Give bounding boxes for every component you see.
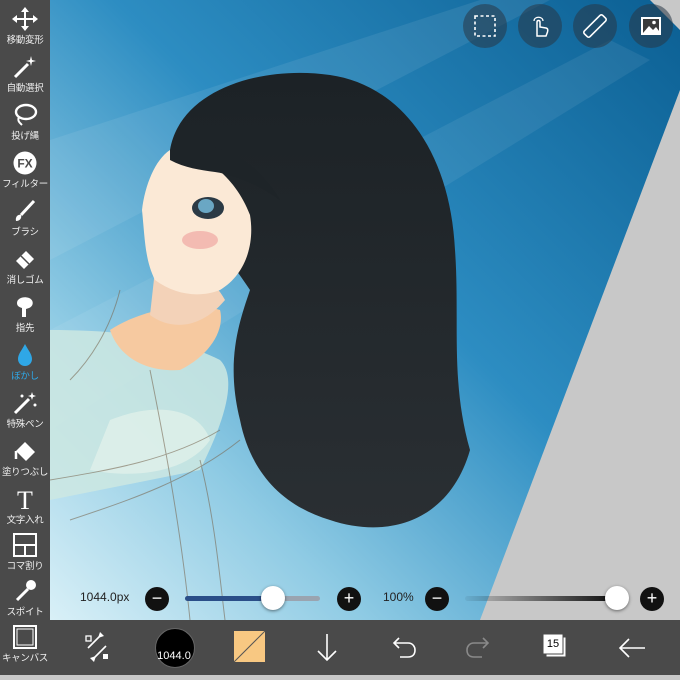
canvas-icon (13, 625, 37, 649)
opacity-track[interactable] (465, 596, 627, 601)
secondary-color-swatch (233, 630, 266, 663)
tool-label: キャンバス (1, 653, 48, 664)
blur-drop-icon (18, 344, 32, 366)
tool-finger[interactable]: 指先 (0, 292, 50, 336)
artwork (50, 0, 680, 620)
tool-eraser[interactable]: 消しゴム (0, 244, 50, 288)
eraser-icon (16, 251, 34, 269)
dashed-select-icon (474, 15, 496, 37)
hand-tap-icon (533, 16, 549, 37)
eyedropper-icon (15, 580, 36, 602)
color-value-label: 1044.0 (157, 650, 191, 662)
tool-lasso[interactable]: 投げ縄 (0, 100, 50, 144)
brush-size-plus-button[interactable]: + (337, 587, 361, 611)
svg-text:FX: FX (17, 157, 32, 171)
move-icon (12, 7, 38, 31)
redo-icon (466, 637, 490, 658)
tool-move-transform[interactable]: 移動変形 (0, 4, 50, 48)
tool-blur[interactable]: ぼかし (0, 340, 50, 384)
arrow-left-icon (618, 638, 645, 658)
ruler-button[interactable] (573, 4, 617, 48)
tool-special-pen[interactable]: 特殊ペン (0, 388, 50, 432)
tool-filter[interactable]: FX フィルター (0, 148, 50, 192)
redo-button[interactable] (464, 620, 494, 675)
fx-icon: FX (13, 151, 37, 175)
tool-label: 文字入れ (6, 515, 44, 526)
magic-wand-icon (13, 56, 36, 79)
finger-icon (17, 297, 33, 317)
layer-count: 15 (546, 638, 560, 650)
back-button[interactable] (615, 620, 649, 675)
tool-label: 塗りつぶし (1, 467, 49, 478)
layers-button[interactable]: 15 (538, 620, 572, 675)
brush-size-value: 1044.0px (80, 590, 130, 604)
opacity-slider-knob[interactable] (605, 586, 629, 610)
tool-label: ブラシ (11, 227, 39, 238)
bottom-bar: 1044.0 15 (50, 620, 680, 675)
brush-size-slider-knob[interactable] (260, 586, 285, 610)
material-button[interactable] (629, 4, 673, 48)
undo-icon (392, 637, 416, 658)
image-icon (641, 17, 661, 35)
tool-label: 移動変形 (6, 35, 44, 46)
brush-size-track[interactable] (185, 596, 320, 601)
brush-size-minus-button[interactable]: − (145, 587, 169, 611)
tool-frame-divider[interactable]: コマ割り (0, 530, 50, 574)
svg-text:T: T (17, 487, 33, 511)
arrow-down-icon (317, 634, 337, 662)
swap-button[interactable] (80, 620, 114, 675)
save-down-button[interactable] (312, 620, 342, 675)
secondary-color-button[interactable] (233, 620, 267, 675)
tool-label: 自動選択 (6, 83, 44, 94)
text-icon: T (17, 487, 33, 511)
opacity-plus-button[interactable]: + (640, 587, 664, 611)
tool-label: ぼかし (11, 371, 39, 382)
tool-label: 投げ縄 (11, 131, 39, 142)
opacity-value: 100% (383, 590, 414, 604)
brush-icon (15, 199, 36, 221)
tool-label: 特殊ペン (6, 419, 44, 430)
tool-auto-select[interactable]: 自動選択 (0, 52, 50, 96)
tool-canvas[interactable]: キャンバス (0, 622, 50, 666)
tool-label: フィルター (2, 179, 48, 190)
lasso-icon (14, 103, 38, 126)
primary-color-swatch (155, 628, 195, 668)
special-pen-icon (13, 392, 37, 415)
tool-text[interactable]: T 文字入れ (0, 484, 50, 528)
primary-color-button[interactable]: 1044.0 (153, 620, 195, 675)
opacity-minus-button[interactable]: − (425, 587, 449, 611)
tool-label: スポイト (6, 607, 44, 618)
ruler-icon (583, 14, 607, 38)
fill-bucket-icon (14, 442, 35, 461)
tool-fill[interactable]: 塗りつぶし (0, 436, 50, 480)
undo-button[interactable] (388, 620, 418, 675)
tool-label: コマ割り (6, 561, 44, 572)
swap-arrows-icon (85, 632, 108, 662)
tool-label: 指先 (15, 323, 35, 334)
tool-brush[interactable]: ブラシ (0, 196, 50, 240)
frame-divider-icon (13, 533, 37, 557)
selection-button[interactable] (463, 4, 507, 48)
drawing-canvas[interactable] (50, 0, 680, 620)
tool-bar: 移動変形 自動選択 投げ縄 FX フィルター ブラシ 消しゴム 指先 ぼかし 特… (0, 0, 50, 675)
tool-eyedropper[interactable]: スポイト (0, 576, 50, 620)
gesture-button[interactable] (518, 4, 562, 48)
tool-label: 消しゴム (6, 275, 44, 286)
